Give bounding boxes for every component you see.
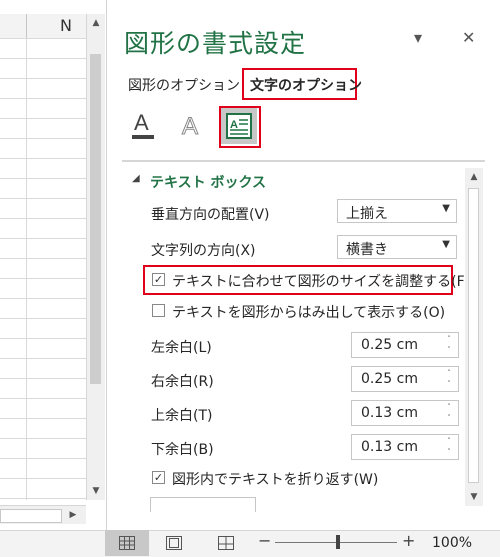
collapse-icon[interactable]: ◢ [132,173,140,184]
text-fill-outline-button[interactable]: A [125,108,161,144]
spin-down-icon[interactable]: ˅ [444,345,454,356]
chevron-down-icon: ▼ [442,239,450,250]
scroll-up-icon[interactable]: ▲ [465,168,483,186]
wrap-text-label[interactable]: 図形内でテキストを折り返す(W) [172,469,378,489]
spin-up-icon[interactable]: ˄ [444,368,454,379]
spin-down-icon[interactable]: ˅ [444,379,454,390]
scroll-thumb[interactable] [90,54,101,384]
text-effects-icon: A [182,113,199,141]
pane-title: 図形の書式設定 [124,29,307,58]
zoom-percentage[interactable]: 100% [432,535,472,551]
scroll-thumb[interactable] [468,188,479,483]
bottom-margin-value: 0.13 cm [361,439,418,455]
bottom-margin-label: 下余白(B) [151,442,214,458]
scroll-thumb[interactable] [0,509,62,523]
scroll-down-icon[interactable]: ▼ [87,482,105,500]
right-margin-label: 右余白(R) [151,374,214,390]
page-break-view-button[interactable] [204,530,248,556]
status-bar [0,530,500,557]
vertical-alignment-label: 垂直方向の配置(V) [151,207,270,223]
autofit-checkbox[interactable]: ✓ [152,273,165,286]
text-direction-label: 文字列の方向(X) [151,243,256,259]
svg-text:A: A [134,110,149,135]
left-margin-label: 左余白(L) [151,340,212,356]
text-fill-icon: A [132,110,154,139]
scroll-right-icon[interactable]: ▶ [64,506,82,524]
chevron-down-icon: ▼ [442,203,450,214]
top-margin-label: 上余白(T) [151,408,213,424]
column-header-bar: N [0,14,86,39]
close-icon[interactable]: ✕ [462,28,475,47]
column-separator [26,14,27,38]
spin-down-icon[interactable]: ˅ [444,413,454,424]
section-title-textbox[interactable]: テキスト ボックス [150,172,266,192]
column-header-n[interactable]: N [60,16,72,35]
page-layout-icon [166,536,182,550]
right-margin-spinner[interactable]: 0.25 cm ˄ ˅ [351,366,459,392]
sheet-vertical-scrollbar[interactable]: ▲ ▼ [86,14,105,500]
zoom-in-button[interactable]: + [402,531,415,550]
normal-view-button[interactable] [105,530,149,556]
pane-options-dropdown-icon[interactable]: ▾ [414,28,422,47]
spin-up-icon[interactable]: ˄ [444,334,454,345]
zoom-slider-thumb[interactable] [336,535,340,549]
partially-visible-control[interactable] [150,497,256,512]
page-break-icon [218,536,234,550]
wrap-text-checkbox[interactable]: ✓ [152,471,165,484]
tab-text-options[interactable]: 文字のオプション [250,75,362,95]
spin-down-icon[interactable]: ˅ [444,447,454,458]
svg-text:A: A [182,113,198,140]
tab-shape-options[interactable]: 図形のオプション [128,75,240,95]
text-direction-value: 横書き [346,242,388,258]
page-layout-view-button[interactable] [152,530,196,556]
text-effects-button[interactable]: A [173,108,209,144]
autofit-label[interactable]: テキストに合わせて図形のサイズを調整する(F) [172,271,470,291]
text-direction-dropdown[interactable]: 横書き ▼ [337,235,457,259]
grid-view-icon [119,536,135,550]
vertical-alignment-value: 上揃え [346,206,388,222]
scroll-down-icon[interactable]: ▼ [465,488,483,506]
right-margin-value: 0.25 cm [361,371,418,387]
overflow-label[interactable]: テキストを図形からはみ出して表示する(O) [172,302,445,322]
bottom-margin-spinner[interactable]: 0.13 cm ˄ ˅ [351,434,459,460]
zoom-out-button[interactable]: − [258,531,271,550]
left-margin-spinner[interactable]: 0.25 cm ˄ ˅ [351,332,459,358]
spin-up-icon[interactable]: ˄ [444,436,454,447]
left-margin-value: 0.25 cm [361,337,418,353]
textbox-button-highlight [219,106,261,148]
pane-divider [122,160,485,162]
overflow-checkbox[interactable] [152,304,165,317]
spin-up-icon[interactable]: ˄ [444,402,454,413]
cell-grid[interactable] [0,38,86,500]
sheet-horizontal-scrollbar[interactable]: ▶ [0,505,86,524]
top-margin-value: 0.13 cm [361,405,418,421]
top-margin-spinner[interactable]: 0.13 cm ˄ ˅ [351,400,459,426]
vertical-alignment-dropdown[interactable]: 上揃え ▼ [337,199,457,223]
pane-vertical-scrollbar[interactable]: ▲ ▼ [465,168,483,506]
scroll-up-icon[interactable]: ▲ [87,14,105,32]
